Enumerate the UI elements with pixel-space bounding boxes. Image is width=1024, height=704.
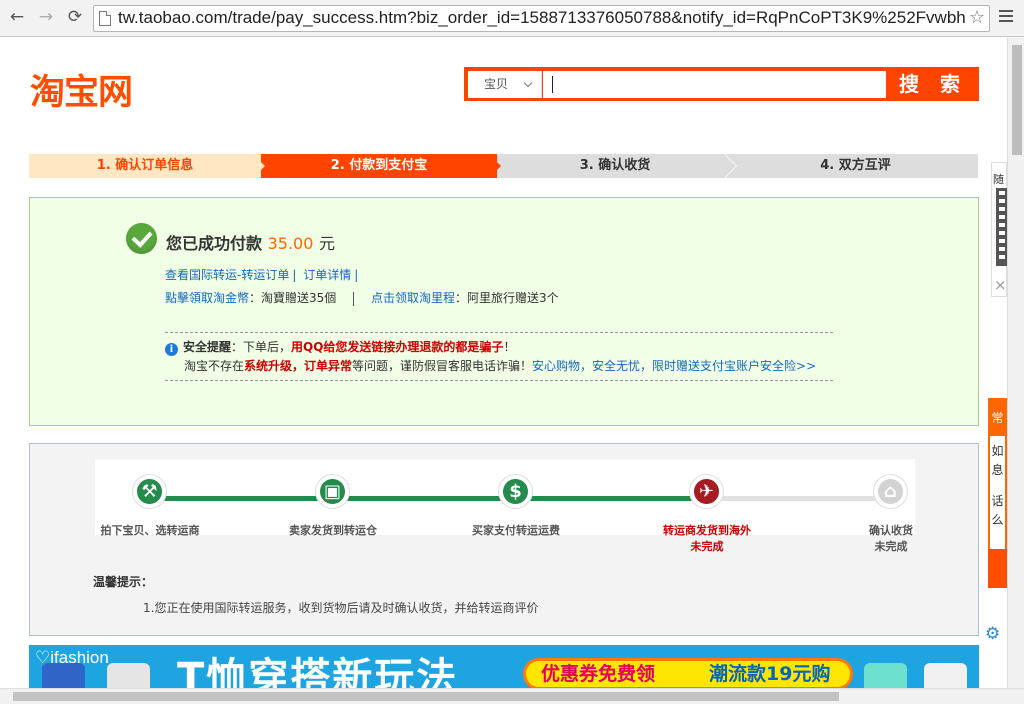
notice2-mid: 等问题，谨防假冒客服电话诈骗！ (352, 359, 533, 373)
dashed-divider (165, 332, 833, 333)
search-scope-select[interactable]: 宝贝 (468, 71, 542, 98)
progress-step-confirm-receipt: 3. 确认收货 (497, 154, 733, 178)
dollar-icon: $ (499, 475, 532, 508)
progress-step-payment: 2. 付款到支付宝 (261, 154, 497, 178)
transit-step-label: 卖家发货到转运仓 (289, 524, 377, 537)
tip-title: 温馨提示： (93, 575, 154, 589)
currency-unit: 元 (318, 234, 335, 253)
mileage-gift-text: ：阿里旅行赠送3个 (454, 291, 559, 305)
notice-title: 安全提醒 (183, 340, 232, 354)
coupon-promo[interactable]: 优惠券免费领 潮流款19元购 (523, 658, 853, 688)
fraud-warning: 用QQ给您发送链接办理退款的都是骗子 (291, 340, 504, 354)
progress-arrow (489, 154, 501, 178)
order-links: 查看国际转运-转运订单 | 订单详情 | (165, 268, 359, 282)
gift-row: 點擊領取淘金幣：淘寶贈送35個 点击领取淘里程：阿里旅行赠送3个 (165, 289, 559, 306)
coupon-text: 优惠券免费领 (541, 663, 656, 685)
side-help-heading: 常 (990, 400, 1005, 436)
page-icon (99, 11, 111, 26)
transit-step-name: 确认收货 (869, 524, 913, 537)
side-help-text: 么 (991, 513, 1004, 527)
gavel-icon: ⚒ (133, 475, 166, 508)
success-check-icon (126, 223, 157, 254)
notice-end: ！ (503, 340, 516, 354)
order-detail-link[interactable]: 订单详情 (303, 268, 351, 282)
search-button[interactable]: 搜 索 (889, 69, 977, 99)
transit-step-status: 未完成 (874, 540, 908, 553)
progress-step-confirm-order: 1. 确认订单信息 (29, 154, 261, 178)
horizontal-scroll-thumb[interactable] (13, 692, 839, 701)
browser-toolbar: ← → ⟳ tw.taobao.com/trade/pay_success.ht… (0, 0, 1024, 37)
back-arrow-icon[interactable]: ← (6, 6, 28, 28)
transit-step-label: 拍下宝贝、选转运商 (100, 524, 200, 537)
notice-mid: ：下单后， (231, 340, 292, 354)
progress-arrow (253, 154, 265, 178)
progress-arrow (724, 154, 736, 178)
fraud-notice: 淘宝不存在系统升级，订单异常等问题，谨防假冒客服电话诈骗！安心购物，安全无忧，限… (184, 357, 816, 374)
claim-taojinbi-link[interactable]: 點擊領取淘金幣 (165, 291, 249, 305)
side-help-text: 如 (991, 444, 1004, 458)
pending-track-line (707, 496, 891, 501)
dashed-divider (165, 380, 833, 381)
text-cursor (552, 76, 553, 93)
house-icon: ⌂ (874, 475, 907, 508)
browser-menu-icon[interactable] (998, 7, 1014, 27)
progress-step-review: 4. 双方互评 (733, 154, 978, 178)
ifashion-promo-banner[interactable]: ♡ifashion T恤穿搭新玩法 优惠券免费领 潮流款19元购 (29, 645, 979, 688)
search-scope-label: 宝贝 (484, 77, 509, 91)
tshirt-image (864, 663, 907, 688)
truck-icon: ▣ (316, 475, 349, 508)
reload-icon[interactable]: ⟳ (64, 6, 86, 28)
forward-arrow-icon[interactable]: → (35, 6, 57, 28)
taobao-logo[interactable]: 淘宝网 (30, 64, 133, 115)
taojinbi-gift-text: ：淘寶贈送35個 (249, 291, 337, 305)
search-form: 宝贝 搜 索 (464, 67, 979, 101)
airplane-icon: ✈ (690, 475, 723, 508)
completed-track-line (152, 496, 707, 501)
banner-title: T恤穿搭新玩法 (177, 655, 459, 688)
payment-success-text: 您已成功付款 (166, 234, 263, 253)
side-help-text: 话 (991, 494, 1004, 508)
payment-message: 您已成功付款 35.00 元 (166, 230, 335, 254)
url-text[interactable]: tw.taobao.com/trade/pay_success.htm?biz_… (118, 8, 966, 28)
transit-order-link[interactable]: 查看国际转运-转运订单 (165, 268, 289, 282)
tip-text: 1.您正在使用国际转运服务，收到货物后请及时确认收货，并给转运商评价 (143, 601, 539, 615)
order-progress-bar: 1. 确认订单信息 2. 付款到支付宝 3. 确认收货 4. 双方互评 (29, 154, 978, 178)
info-icon: i (165, 343, 178, 356)
notice2-start: 淘宝不存在 (184, 359, 245, 373)
security-insurance-link[interactable]: 安心购物，安全无忧，限时赠送支付宝账户安全险>> (532, 359, 816, 373)
search-input[interactable] (543, 71, 886, 98)
tshirt-image (924, 663, 967, 688)
transit-step-name: 转运商发货到海外 (663, 524, 751, 537)
transit-track: ⚒ ▣ $ ✈ ⌂ 拍下宝贝、选转运商 卖家发货到转运仓 买家支付转运运费 转运… (95, 459, 915, 553)
gear-icon[interactable]: ⚙ (985, 624, 1000, 644)
bookmark-star-icon[interactable]: ☆ (969, 7, 985, 28)
transit-step-label: 确认收货 未完成 (816, 522, 966, 554)
chevron-down-icon (523, 78, 533, 88)
payment-success-panel: 您已成功付款 35.00 元 查看国际转运-转运订单 | 订单详情 | 點擊領取淘金… (29, 197, 979, 426)
side-help-text: 息 (991, 463, 1004, 477)
claim-mileage-link[interactable]: 点击领取淘里程 (371, 291, 455, 305)
security-notice: i 安全提醒：下单后，用QQ给您发送链接办理退款的都是骗子！ (165, 338, 515, 356)
system-upgrade-warning: 系统升级，订单异常 (244, 359, 353, 373)
transit-step-status: 未完成 (690, 540, 724, 553)
page-viewport: 淘宝网 宝贝 搜 索 1. 确认订单信息 2. 付款到支付宝 3. 确认收货 4… (0, 38, 1007, 688)
separator (353, 291, 355, 306)
address-bar[interactable]: tw.taobao.com/trade/pay_success.htm?biz_… (93, 5, 990, 32)
tshirt-image (107, 663, 150, 688)
side-qr-label: 随 (993, 173, 1004, 186)
transit-progress-panel: ⚒ ▣ $ ✈ ⌂ 拍下宝贝、选转运商 卖家发货到转运仓 买家支付转运运费 转运… (29, 443, 979, 636)
close-icon[interactable]: × (994, 276, 1007, 294)
transit-step-label-active: 转运商发货到海外 未完成 (632, 522, 782, 554)
tshirt-image (42, 663, 85, 688)
side-action-button[interactable] (988, 549, 1007, 588)
payment-amount: 35.00 (267, 234, 314, 253)
sale-text: 潮流款19元购 (709, 663, 831, 685)
transit-step-label: 买家支付转运运费 (472, 524, 560, 537)
vertical-scroll-thumb[interactable] (1012, 45, 1022, 155)
